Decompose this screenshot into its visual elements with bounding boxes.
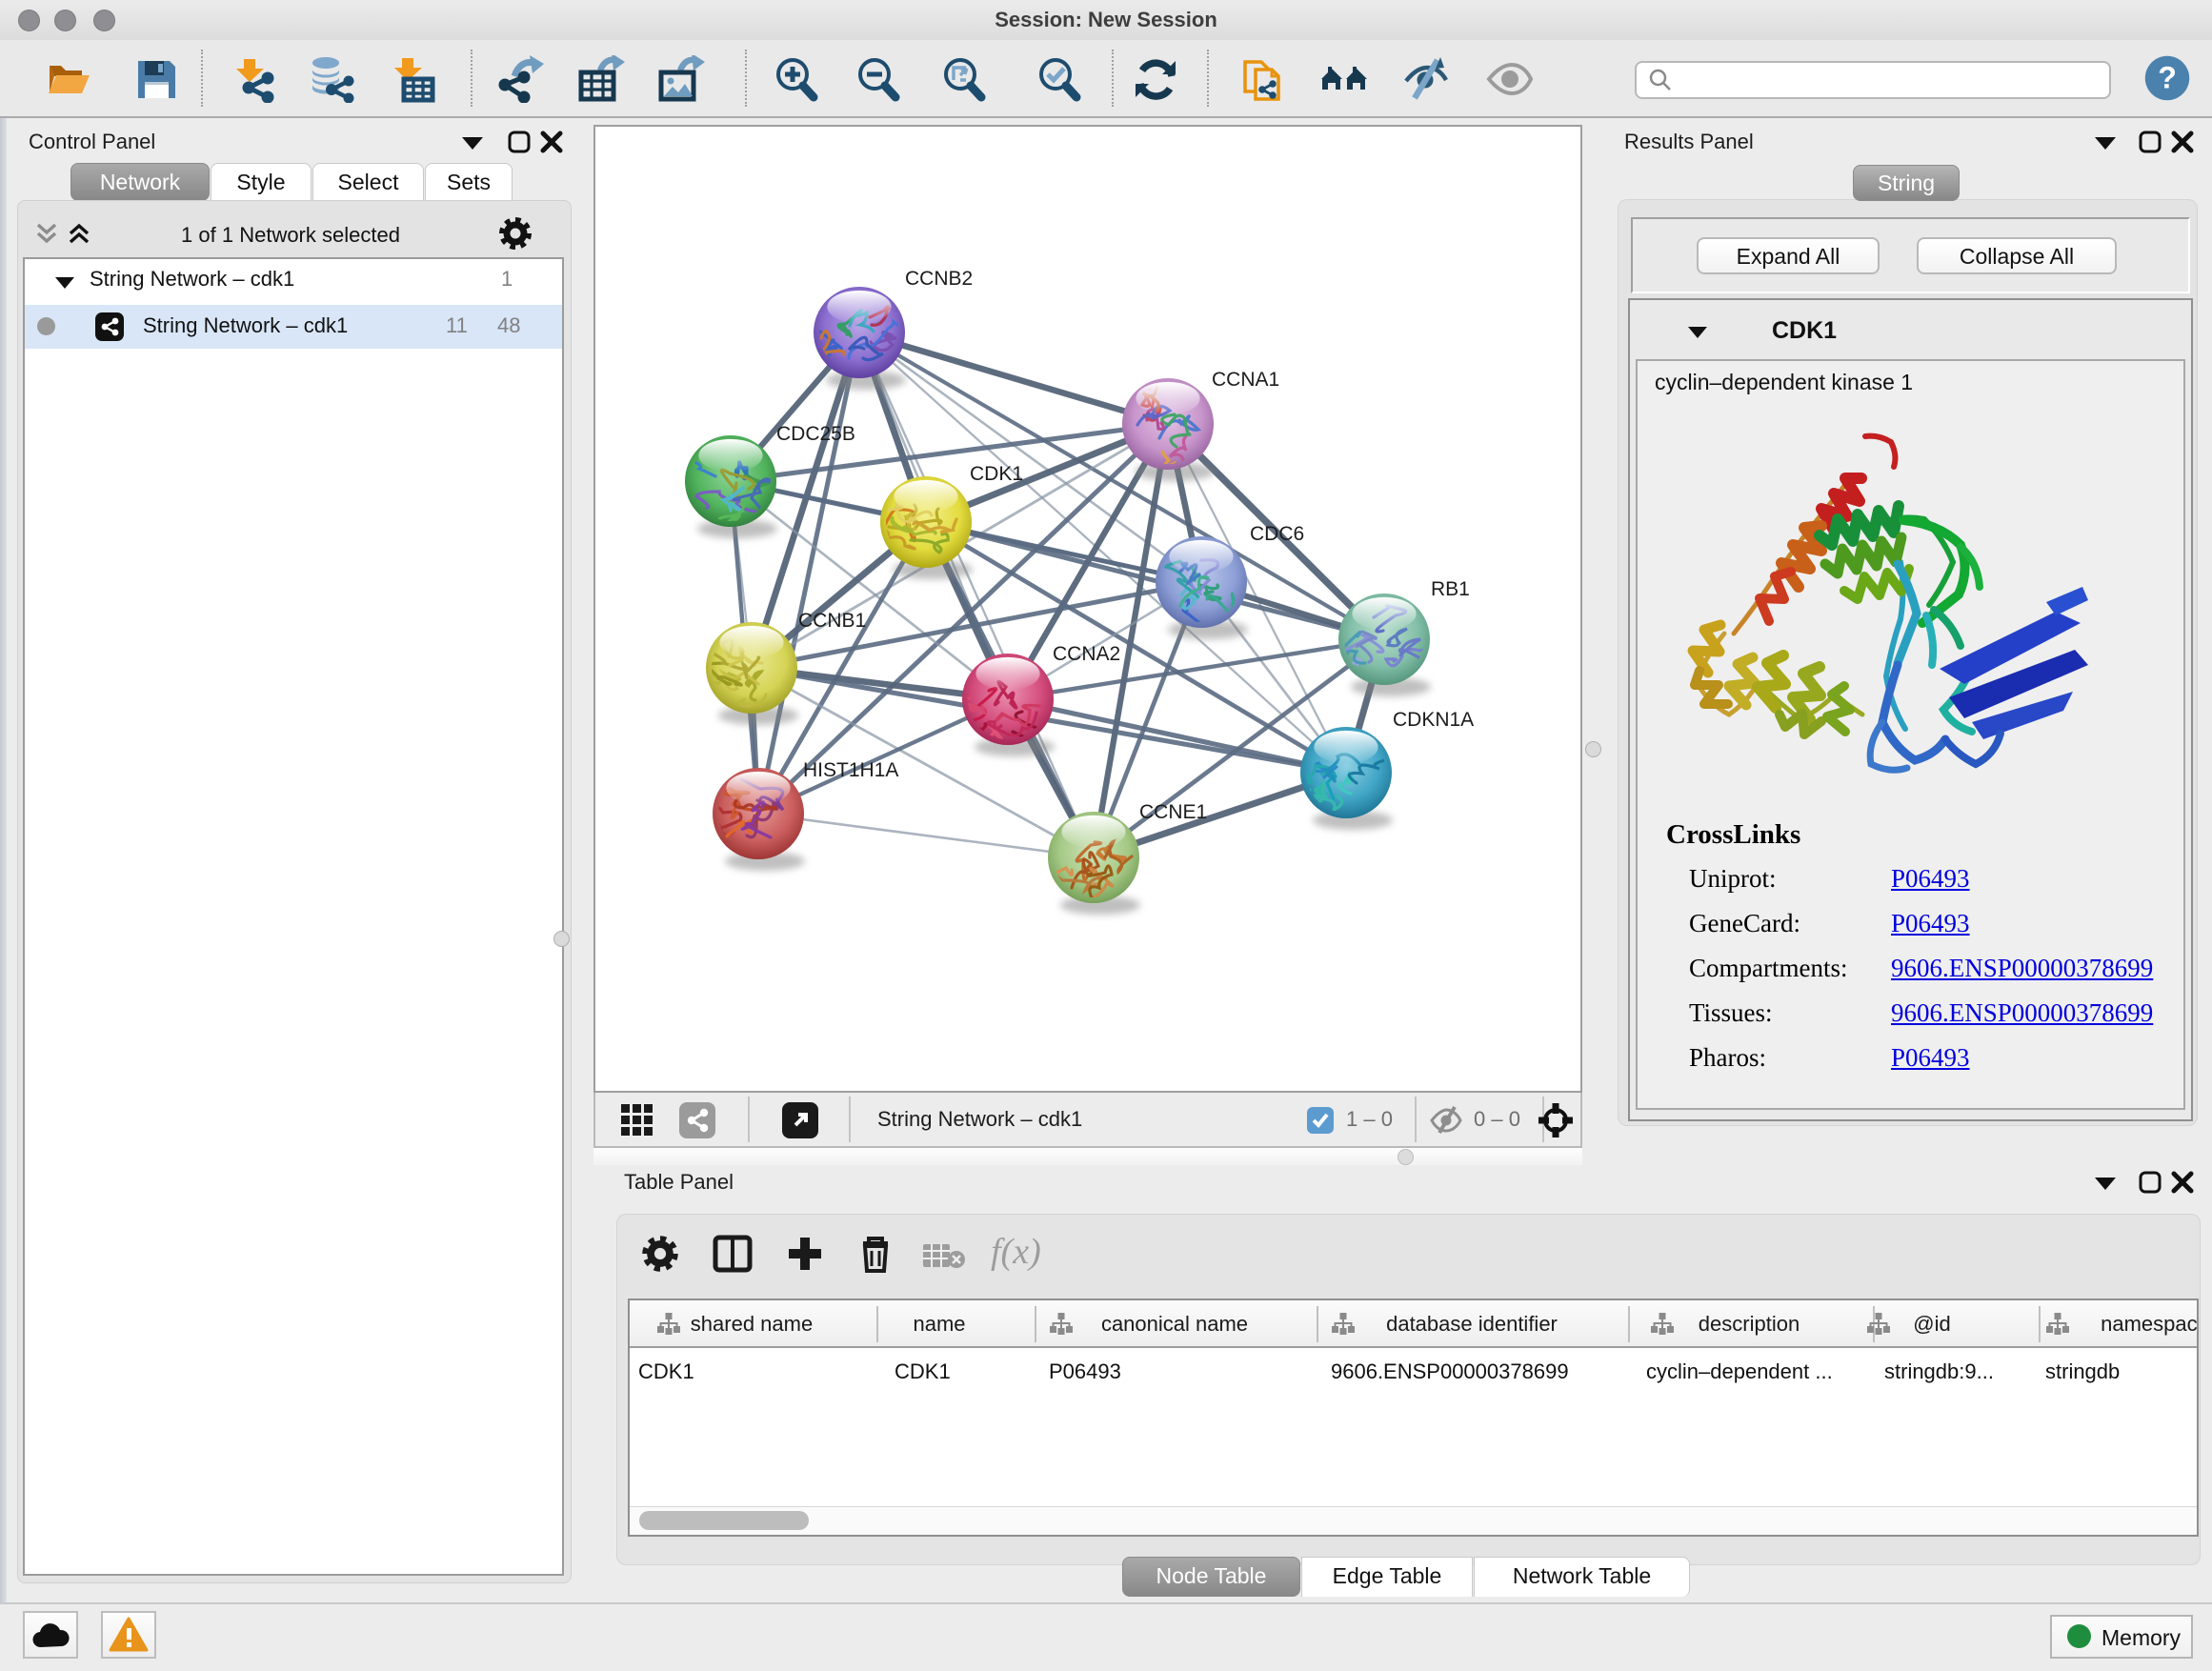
svg-text:?: ? (2158, 61, 2177, 95)
svg-text:CDKN1A: CDKN1A (1393, 709, 1474, 731)
svg-text:HIST1H1A: HIST1H1A (803, 759, 898, 781)
svg-text:CCNA1: CCNA1 (1212, 369, 1279, 391)
svg-text:CDC25B: CDC25B (776, 423, 855, 445)
svg-text:CCNB1: CCNB1 (798, 610, 866, 632)
svg-text:RB1: RB1 (1431, 578, 1470, 600)
svg-text:CCNB2: CCNB2 (905, 268, 973, 290)
svg-text:CDK1: CDK1 (970, 463, 1023, 485)
svg-text:CCNE1: CCNE1 (1139, 801, 1207, 823)
svg-text:CCNA2: CCNA2 (1053, 643, 1120, 665)
svg-text:CDC6: CDC6 (1250, 523, 1304, 545)
